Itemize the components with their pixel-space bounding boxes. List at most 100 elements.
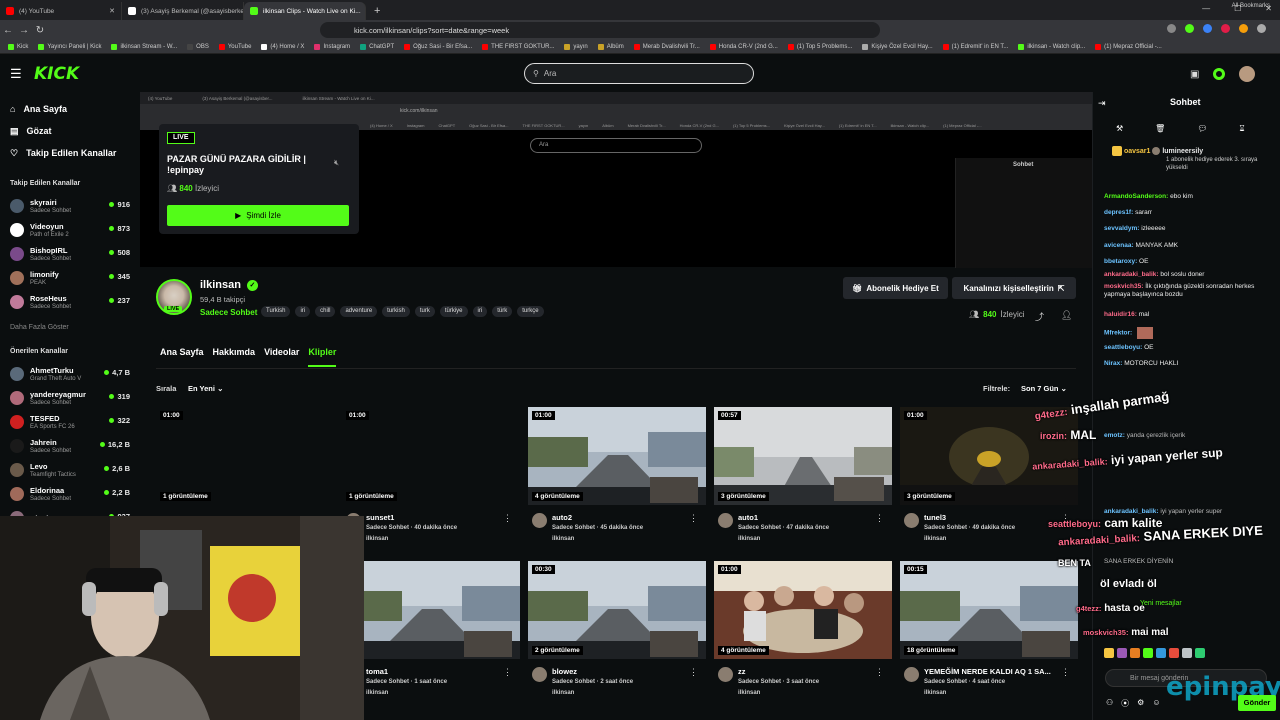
clip-user[interactable]: ilkinsan xyxy=(924,690,946,696)
clip-user[interactable]: ilkinsan xyxy=(552,690,574,696)
bookmark-item[interactable]: (1) Mepraz Official -... xyxy=(1095,43,1162,50)
clip-thumbnail[interactable]: 01:00 1 görüntüleme xyxy=(342,407,520,505)
trash-icon[interactable]: 🗑︎ xyxy=(1155,124,1165,134)
gift-sub-button[interactable]: 🎁︎ Abonelik Hediye Et xyxy=(843,277,948,299)
channel-tag[interactable]: Turkish xyxy=(261,306,291,317)
bookmark-item[interactable]: (1) Edremit' in EN T... xyxy=(942,43,1008,50)
bookmark-item[interactable]: (4) Home / X xyxy=(261,43,304,50)
back-icon[interactable]: ← xyxy=(0,25,16,36)
sidebar-channel[interactable]: skyrairi Sadece Sohbet 916 xyxy=(0,194,140,218)
clip-thumbnail[interactable]: 01:00 4 görüntüleme xyxy=(528,407,706,505)
bookmark-item[interactable]: Oğuz Sasi - Bir Efsa... xyxy=(404,43,472,50)
clip-card[interactable]: 01:00 3 görüntüleme tunel3 Sadece Sohbet · … xyxy=(900,407,1078,542)
extension-yellow-icon[interactable] xyxy=(1239,24,1248,33)
more-options-icon[interactable]: ⋮ xyxy=(875,667,884,678)
sidebar-channel[interactable]: Eldorinaa Sadece Sohbet 2,2 B xyxy=(0,482,140,506)
bookmark-item[interactable]: ilkinsan - Watch clip... xyxy=(1018,43,1085,50)
clip-title[interactable]: zz xyxy=(738,667,878,676)
extension-blue-icon[interactable] xyxy=(1203,24,1212,33)
sidebar-item-following[interactable]: ♡ Takip Edilen Kanallar xyxy=(0,142,140,164)
clip-user[interactable]: ilkinsan xyxy=(366,536,388,542)
clip-title[interactable]: YEMEĞİM NERDE KALDI AQ 1 SA... xyxy=(924,667,1064,676)
clip-user[interactable]: ilkinsan xyxy=(366,690,388,696)
avatar[interactable] xyxy=(904,513,919,528)
send-button[interactable]: Gönder xyxy=(1238,695,1276,711)
bookmark-item[interactable]: yayın xyxy=(564,43,588,50)
bookmark-item[interactable]: Kick xyxy=(8,43,28,50)
profile-icon[interactable] xyxy=(1257,24,1266,33)
forward-icon[interactable]: → xyxy=(16,25,32,36)
more-options-icon[interactable]: ⋮ xyxy=(503,513,512,524)
more-options-icon[interactable]: ⋮ xyxy=(1061,667,1070,678)
clip-card[interactable]: 01:00 4 görüntüleme auto2 Sadece Sohbet · 4… xyxy=(528,407,706,542)
clip-title[interactable]: auto2 xyxy=(552,513,692,522)
share-icon[interactable]: ⤴ xyxy=(1035,310,1044,323)
reload-icon[interactable]: ↻ xyxy=(32,25,48,36)
emote-icon[interactable] xyxy=(1182,648,1192,658)
hourglass-icon[interactable]: ⌛︎ xyxy=(1239,124,1244,134)
clip-card[interactable]: 01:00 1 görüntüleme sunset1 Sadece Sohbet ·… xyxy=(342,407,520,542)
sidebar-item-home[interactable]: ⌂ Ana Sayfa xyxy=(0,98,140,120)
filter-dropdown[interactable]: Son 7 Gün ⌄ xyxy=(1021,384,1067,393)
more-options-icon[interactable]: ⋮ xyxy=(875,513,884,524)
channel-tag[interactable]: adventure xyxy=(340,306,378,317)
clip-thumbnail[interactable] xyxy=(342,561,520,659)
collapse-chat-icon[interactable]: ⇥ xyxy=(1098,98,1106,109)
clip-thumbnail[interactable]: 01:00 3 görüntüleme xyxy=(900,407,1078,505)
chat-username[interactable]: emotz: xyxy=(1104,432,1125,439)
hammer-icon[interactable]: ⚒ xyxy=(1116,124,1123,134)
more-options-icon[interactable]: ⋮ xyxy=(689,513,698,524)
avatar[interactable] xyxy=(532,513,547,528)
bookmark-item[interactable]: Instagram xyxy=(314,43,350,50)
clip-card[interactable]: 00:57 3 görüntüleme auto1 Sadece Sohbet · 4… xyxy=(714,407,892,542)
bookmark-item[interactable]: Kişiye Özel Evcil Hay... xyxy=(862,43,933,50)
clip-thumbnail[interactable]: 00:30 2 görüntüleme xyxy=(528,561,706,659)
users-icon[interactable]: ⚇ xyxy=(1106,698,1113,709)
tab-videos[interactable]: Videolar xyxy=(264,347,299,367)
clip-user[interactable]: ilkinsan xyxy=(738,536,760,542)
channel-tag[interactable]: chill xyxy=(315,306,336,317)
sidebar-channel[interactable]: Jahrein Sadece Sohbet 16,2 B xyxy=(0,434,140,458)
chat-username[interactable]: ArmandoSanderson: xyxy=(1104,193,1168,200)
sidebar-channel[interactable]: AhmetTurku Grand Theft Auto V 4,7 B xyxy=(0,362,140,386)
extension-red-icon[interactable] xyxy=(1221,24,1230,33)
url-field[interactable]: kick.com/ilkinsan/clips?sort=date&range=… xyxy=(320,22,880,38)
clip-user[interactable]: ilkinsan xyxy=(924,536,946,542)
channel-tag[interactable]: turkish xyxy=(382,306,410,317)
emote-icon[interactable] xyxy=(1104,648,1114,658)
search-input[interactable]: ⚲ Ara xyxy=(524,63,754,84)
sidebar-channel[interactable]: TESFED EA Sports FC 26 322 xyxy=(0,410,140,434)
bookmark-item[interactable]: Honda CR-V (2nd G... xyxy=(709,43,778,50)
sort-dropdown[interactable]: En Yeni ⌄ xyxy=(188,384,223,393)
channel-tag[interactable]: turkçe xyxy=(517,306,544,317)
avatar[interactable] xyxy=(718,513,733,528)
kick-coin-icon[interactable] xyxy=(1213,68,1226,80)
emote-icon[interactable] xyxy=(1143,648,1153,658)
channel-tag[interactable]: iri xyxy=(472,306,488,317)
all-bookmarks-link[interactable]: All Bookmarks xyxy=(1232,3,1270,9)
clip-user[interactable]: ilkinsan xyxy=(738,690,760,696)
bookmark-item[interactable]: THE FIRST GOKTUR... xyxy=(482,43,554,50)
clip-thumbnail[interactable]: 00:57 3 görüntüleme xyxy=(714,407,892,505)
watch-now-button[interactable]: ▶ Şimdi İzle xyxy=(167,205,349,226)
bookmark-item[interactable]: Yayıncı Paneli | Kick xyxy=(38,43,101,50)
emote-icon[interactable] xyxy=(1130,648,1140,658)
zoom-icon[interactable] xyxy=(1167,24,1176,33)
clip-title[interactable]: sunset1 xyxy=(366,513,506,522)
clip-card[interactable]: toma1 Sadece Sohbet · 1 saat önce ilkinsan… xyxy=(342,561,520,696)
browser-tab[interactable]: (3) Asayiş Berkemal (@asayisberkem...✕ xyxy=(122,2,244,20)
browser-tab[interactable]: ilkinsan Clips - Watch Live on Ki...✕ xyxy=(244,2,366,20)
emote-icon[interactable] xyxy=(1169,648,1179,658)
extension-icons[interactable] xyxy=(1167,24,1266,33)
channel-tag[interactable]: türk xyxy=(492,306,513,317)
sidebar-channel[interactable]: BishopIRL Sadece Sohbet 508 xyxy=(0,242,140,266)
bookmark-item[interactable]: ilkinsan Stream - W... xyxy=(111,43,177,50)
chat-bubble-icon[interactable]: 💬︎ xyxy=(1197,124,1207,134)
close-tab-icon[interactable]: ✕ xyxy=(109,7,115,15)
clip-title[interactable]: blowez xyxy=(552,667,692,676)
customize-channel-button[interactable]: Kanalınızı kişiselleştirin ⇱ xyxy=(952,277,1076,299)
mute-icon[interactable]: 🔇︎ xyxy=(334,158,339,168)
chat-username[interactable]: avicenaa: xyxy=(1104,242,1134,249)
new-messages-indicator[interactable]: Yeni mesajlar xyxy=(1140,600,1182,607)
clip-thumbnail[interactable]: 01:00 1 görüntüleme xyxy=(156,407,334,505)
